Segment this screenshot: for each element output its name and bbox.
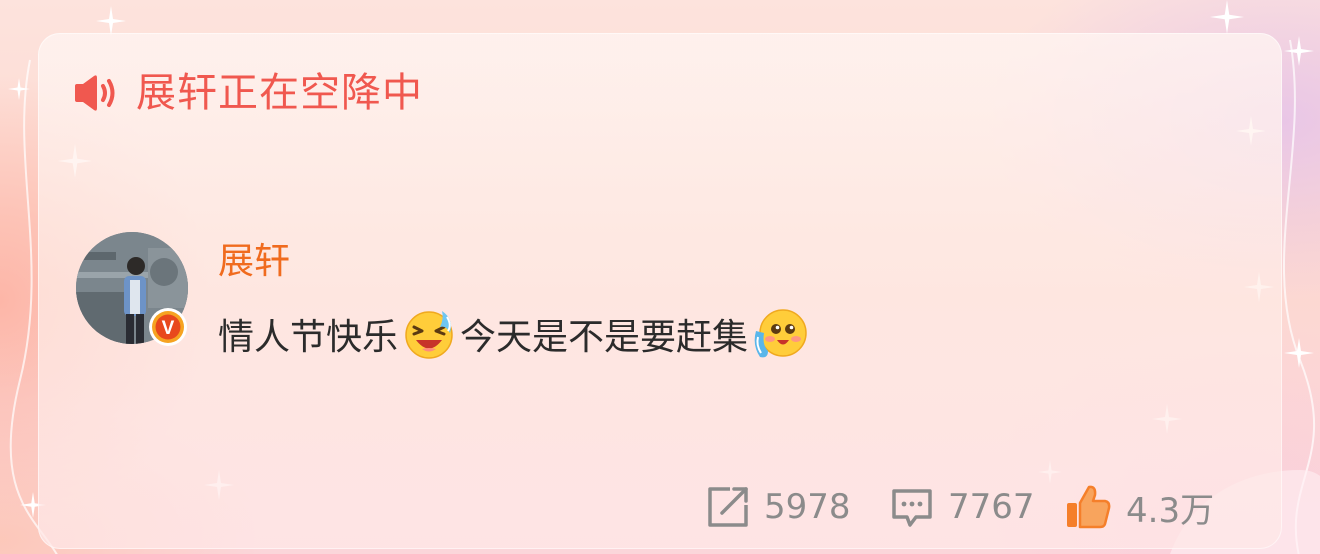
thumbs-up-icon <box>1067 485 1111 529</box>
repost-icon <box>708 487 748 527</box>
laughing-crying-emoji-icon <box>405 311 453 359</box>
comment-icon <box>892 489 932 527</box>
author-name[interactable]: 展轩 <box>218 238 290 286</box>
repost-count: 5978 <box>764 487 851 527</box>
broadcast-title: 展轩正在空降中 <box>136 70 423 116</box>
post-text-part1: 情人节快乐 <box>218 317 399 358</box>
shy-blush-emoji-icon <box>754 309 807 358</box>
post-stats-bar: 5978 7767 4.3万 <box>0 482 1320 532</box>
like-button[interactable]: 4.3万 <box>1064 482 1214 532</box>
page-background: 展轩正在空降中 V 展轩 情人节快乐 今天是不是要赶集 5978 7767 4.… <box>0 0 1320 554</box>
svg-text:V: V <box>162 318 175 339</box>
comment-button[interactable]: 7767 <box>890 482 1035 532</box>
post-text: 情人节快乐 今天是不是要赶集 <box>218 306 810 362</box>
post-text-part2: 今天是不是要赶集 <box>460 317 749 358</box>
broadcast-header: 展轩正在空降中 <box>72 68 423 118</box>
like-count: 4.3万 <box>1126 490 1215 531</box>
speaker-icon <box>75 75 115 111</box>
verified-badge-icon: V <box>149 308 187 346</box>
comment-count: 7767 <box>948 487 1035 527</box>
repost-button[interactable]: 5978 <box>706 482 851 532</box>
